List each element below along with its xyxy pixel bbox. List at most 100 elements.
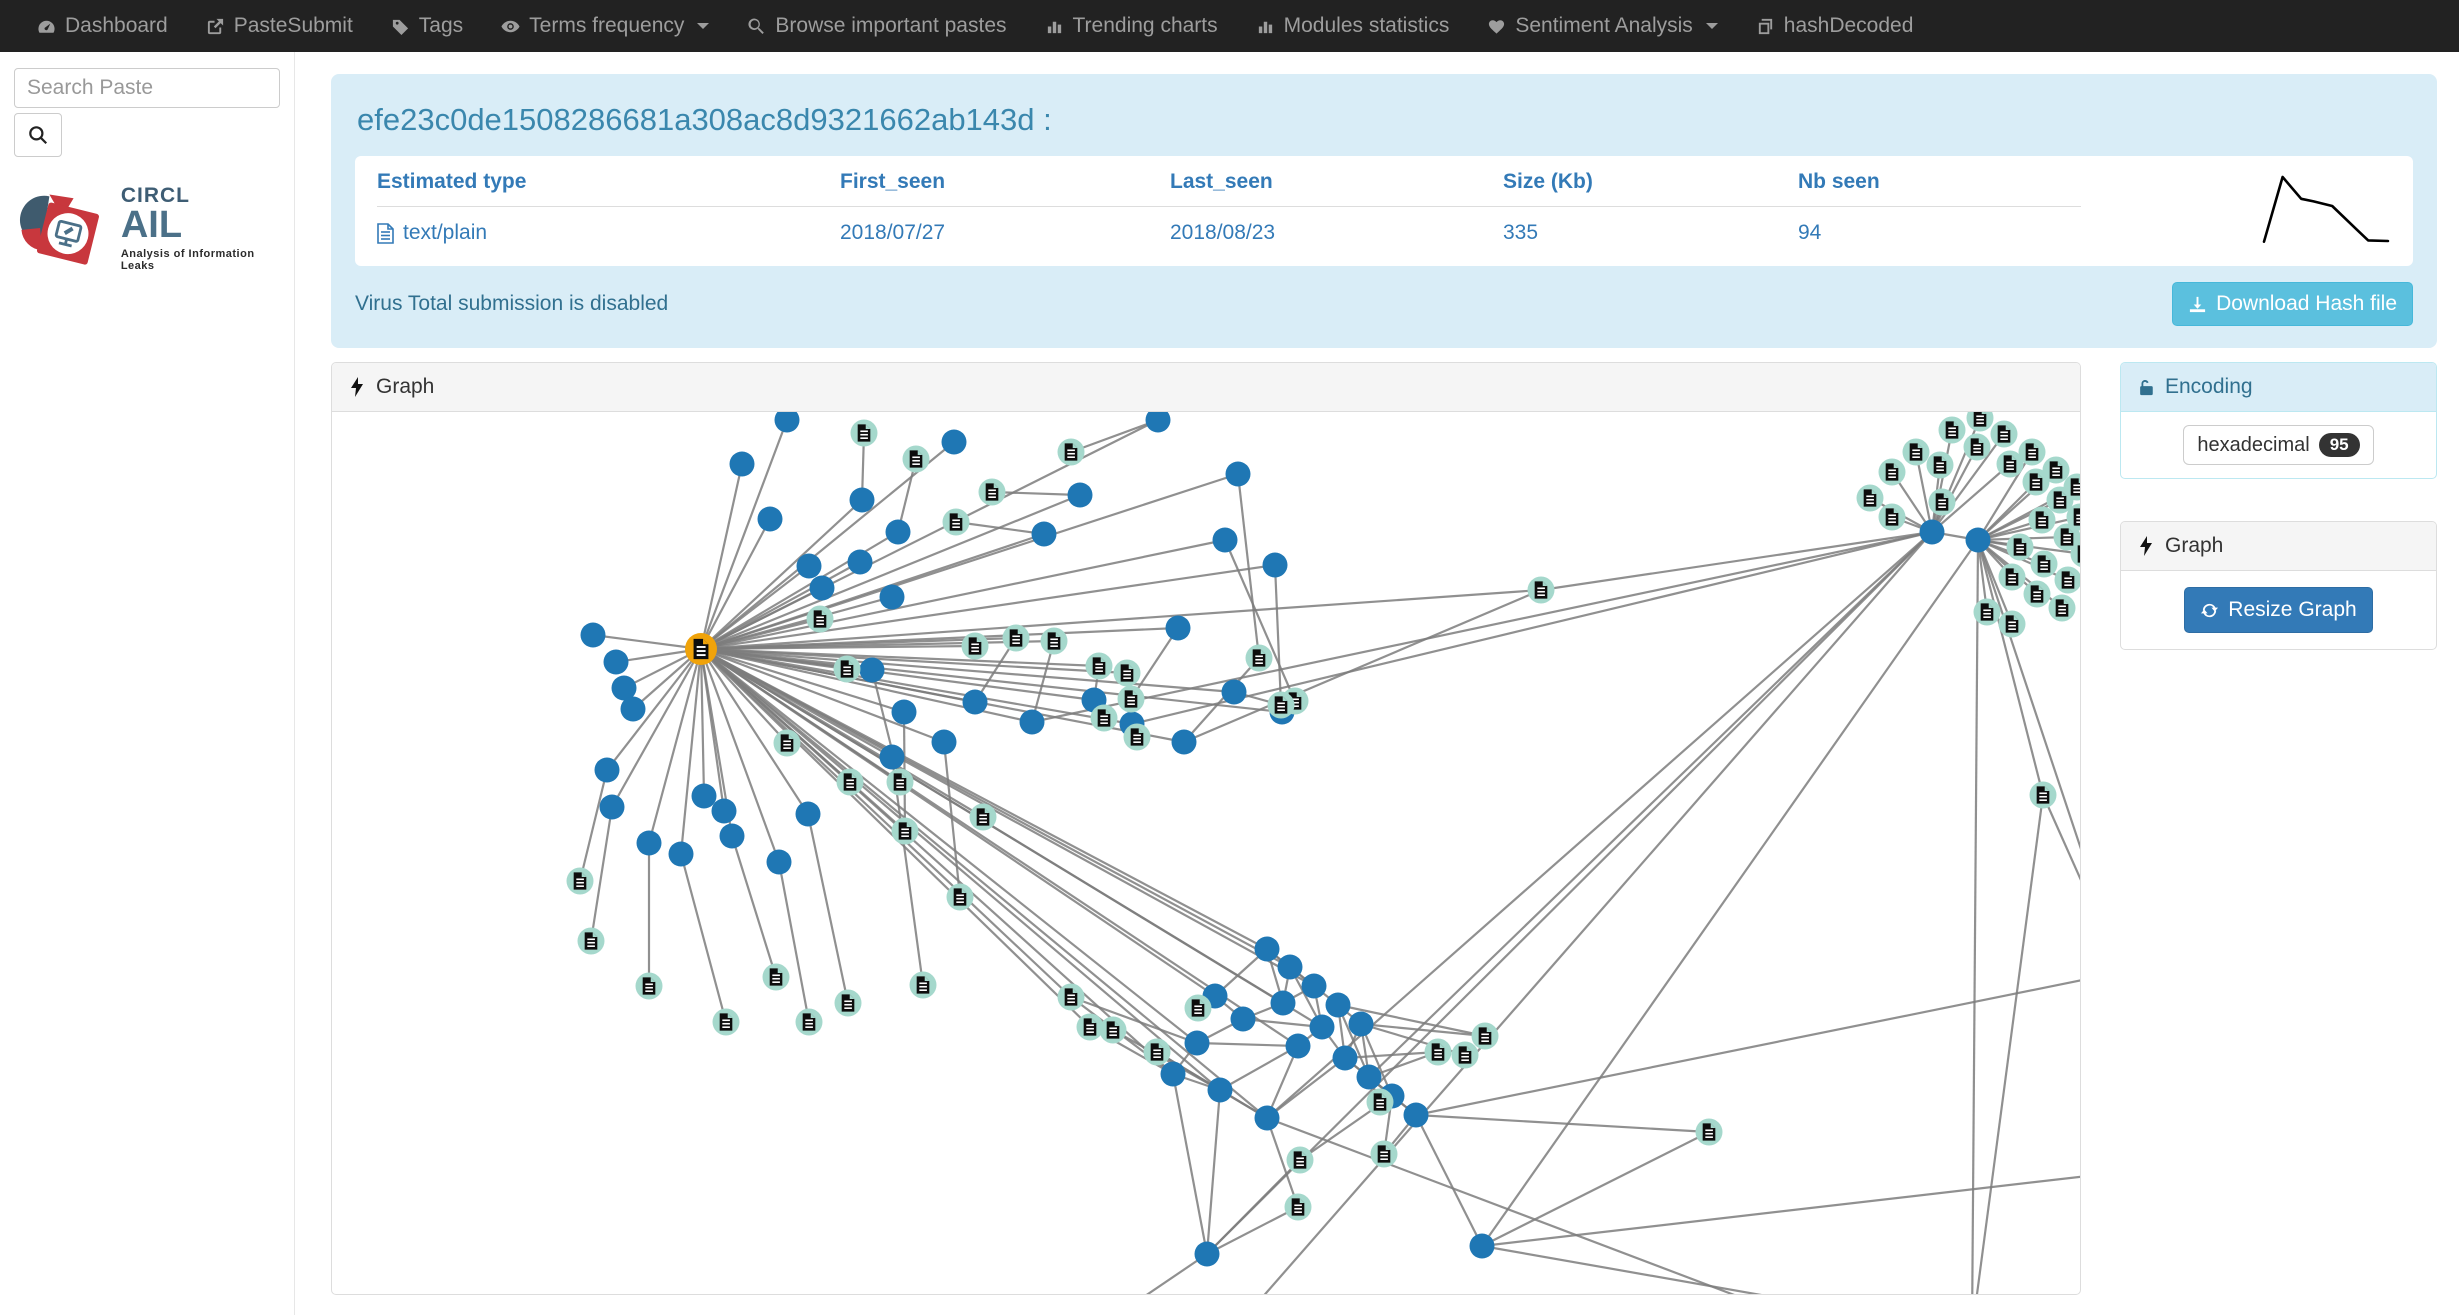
graph-node-decoded-file[interactable] [1902, 438, 1930, 466]
graph-node-decoded-file[interactable] [1267, 691, 1295, 719]
graph-node-decoded-file[interactable] [833, 655, 861, 683]
graph-node-decoded-file[interactable] [1057, 438, 1085, 466]
graph-node-paste[interactable] [931, 729, 957, 755]
graph-node-decoded-file[interactable] [795, 1008, 823, 1036]
graph-node-paste[interactable] [809, 575, 835, 601]
graph-node-paste[interactable] [1184, 1030, 1210, 1056]
graph-node-decoded-file[interactable] [2023, 580, 2051, 608]
graph-node-decoded-file[interactable] [635, 972, 663, 1000]
graph-node-decoded-file[interactable] [1695, 1118, 1723, 1146]
graph-node-decoded-file[interactable] [566, 867, 594, 895]
nav-pastesubmit[interactable]: PasteSubmit [187, 0, 372, 52]
graph-node-paste[interactable] [603, 649, 629, 675]
graph-node-paste[interactable] [795, 801, 821, 827]
graph-node-paste[interactable] [1277, 954, 1303, 980]
graph-node-decoded-file[interactable] [1966, 404, 1994, 432]
search-paste-button[interactable] [14, 113, 62, 157]
graph-node-decoded-file[interactable] [1878, 458, 1906, 486]
graph-node-decoded-file[interactable] [969, 803, 997, 831]
graph-node-paste[interactable] [879, 584, 905, 610]
graph-node-paste[interactable] [1301, 973, 1327, 999]
graph-node-decoded-file[interactable] [946, 883, 974, 911]
graph-node-decoded-file[interactable] [902, 445, 930, 473]
graph-node-paste[interactable] [1254, 1105, 1280, 1131]
graph-node-decoded-file[interactable] [891, 817, 919, 845]
graph-node-decoded-file[interactable] [1184, 994, 1212, 1022]
graph-node-decoded-file[interactable] [2048, 594, 2076, 622]
graph-node-paste[interactable] [1919, 519, 1945, 545]
graph-node-decoded-file[interactable] [2030, 550, 2058, 578]
graph-node-decoded-file[interactable] [1451, 1041, 1479, 1069]
graph-node-decoded-file[interactable] [1284, 1193, 1312, 1221]
graph-node-paste[interactable] [580, 622, 606, 648]
graph-node-decoded-file[interactable] [1424, 1038, 1452, 1066]
graph-node-decoded-file[interactable] [1040, 627, 1068, 655]
graph-node-paste[interactable] [885, 519, 911, 545]
graph-node-decoded-file[interactable] [850, 419, 878, 447]
graph-node-paste[interactable] [1262, 552, 1288, 578]
graph-node-decoded-file[interactable] [1878, 503, 1906, 531]
graph-node-decoded-file[interactable] [1973, 598, 2001, 626]
encoding-hexadecimal-button[interactable]: hexadecimal 95 [2183, 425, 2374, 465]
graph-node-decoded-file[interactable] [2028, 506, 2056, 534]
graph-node-decoded-file[interactable] [1245, 644, 1273, 672]
graph-node-paste[interactable] [1165, 615, 1191, 641]
graph-node-paste[interactable] [1348, 1011, 1374, 1037]
graph-node-decoded-file[interactable] [2054, 566, 2081, 594]
graph-node-paste[interactable] [636, 830, 662, 856]
graph-node-decoded-file[interactable] [1938, 416, 1966, 444]
graph-node-paste[interactable] [766, 849, 792, 875]
graph-node-paste[interactable] [1254, 936, 1280, 962]
graph-node-decoded-file[interactable] [1117, 685, 1145, 713]
graph-node-paste[interactable] [599, 794, 625, 820]
graph-node-paste[interactable] [1356, 1064, 1382, 1090]
graph-node-paste[interactable] [1469, 1233, 1495, 1259]
graph-node-paste[interactable] [849, 487, 875, 513]
graph-node-paste[interactable] [1225, 461, 1251, 487]
graph-node-paste[interactable] [1194, 1241, 1220, 1267]
hash-graph-canvas[interactable] [332, 404, 2081, 1294]
graph-node-current-hash[interactable] [685, 633, 717, 665]
nav-trending-charts[interactable]: Trending charts [1026, 0, 1237, 52]
graph-node-paste[interactable] [1309, 1014, 1335, 1040]
graph-node-decoded-file[interactable] [1370, 1140, 1398, 1168]
resize-graph-button[interactable]: Resize Graph [2184, 587, 2373, 633]
graph-node-paste[interactable] [879, 744, 905, 770]
graph-node-decoded-file[interactable] [762, 963, 790, 991]
graph-node-decoded-file[interactable] [1998, 610, 2026, 638]
graph-node-paste[interactable] [1325, 992, 1351, 1018]
graph-node-decoded-file[interactable] [577, 927, 605, 955]
graph-node-paste[interactable] [859, 657, 885, 683]
graph-node-decoded-file[interactable] [1085, 652, 1113, 680]
graph-node-paste[interactable] [1160, 1061, 1186, 1087]
graph-node-paste[interactable] [1270, 990, 1296, 1016]
graph-node-decoded-file[interactable] [712, 1008, 740, 1036]
graph-node-paste[interactable] [796, 553, 822, 579]
nav-hashdecoded[interactable]: hashDecoded [1737, 0, 1933, 52]
graph-node-paste[interactable] [1019, 709, 1045, 735]
graph-node-decoded-file[interactable] [2018, 438, 2046, 466]
graph-node-decoded-file[interactable] [1926, 451, 1954, 479]
graph-node-decoded-file[interactable] [961, 632, 989, 660]
graph-node-decoded-file[interactable] [886, 768, 914, 796]
graph-node-paste[interactable] [691, 783, 717, 809]
graph-node-decoded-file[interactable] [2042, 456, 2070, 484]
graph-node-paste[interactable] [1403, 1102, 1429, 1128]
graph-node-paste[interactable] [1067, 482, 1093, 508]
graph-node-decoded-file[interactable] [773, 729, 801, 757]
graph-node-paste[interactable] [1285, 1033, 1311, 1059]
graph-node-paste[interactable] [620, 696, 646, 722]
graph-node-decoded-file[interactable] [1998, 563, 2026, 591]
graph-node-paste[interactable] [941, 429, 967, 455]
graph-node-decoded-file[interactable] [1856, 484, 1884, 512]
nav-tags[interactable]: Tags [372, 0, 482, 52]
graph-node-decoded-file[interactable] [1123, 723, 1151, 751]
graph-node-decoded-file[interactable] [1143, 1038, 1171, 1066]
graph-node-decoded-file[interactable] [1099, 1016, 1127, 1044]
graph-node-paste[interactable] [774, 407, 800, 433]
graph-node-paste[interactable] [594, 757, 620, 783]
graph-node-paste[interactable] [1332, 1045, 1358, 1071]
search-paste-input[interactable] [14, 68, 280, 108]
graph-node-decoded-file[interactable] [1002, 624, 1030, 652]
graph-node-decoded-file[interactable] [834, 989, 862, 1017]
